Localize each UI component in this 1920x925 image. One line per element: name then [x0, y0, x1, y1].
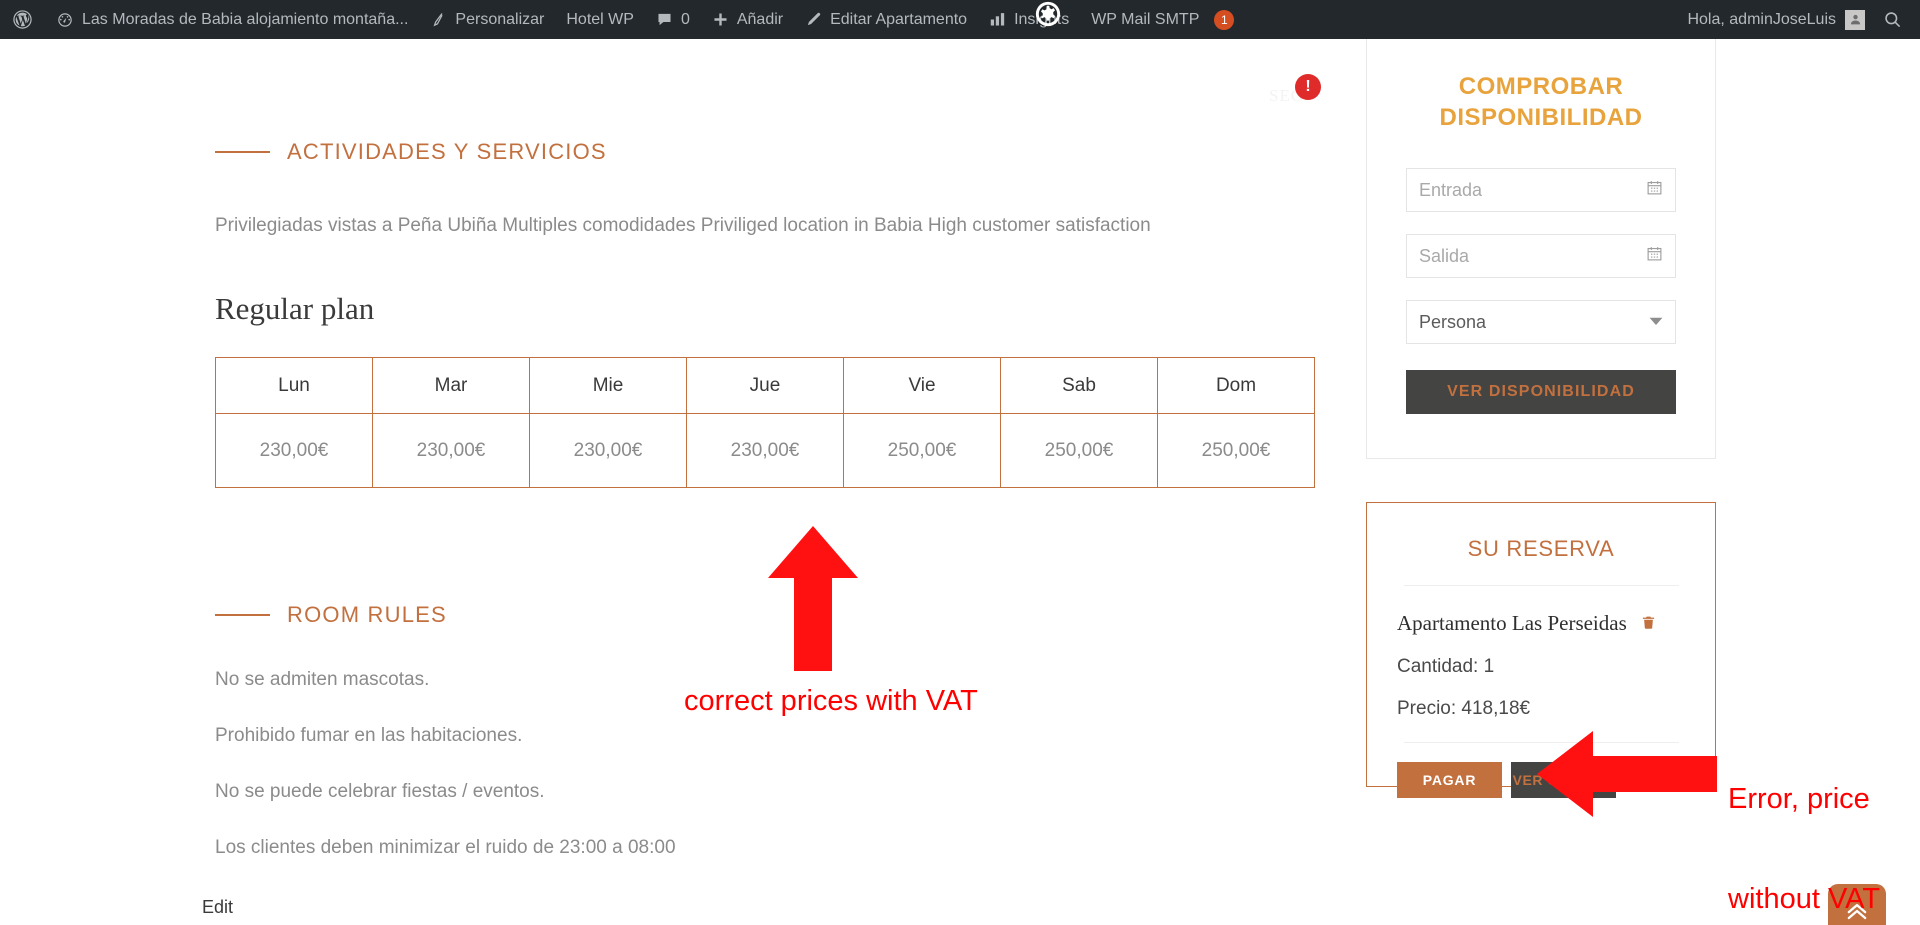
- table-header-cell: Dom: [1157, 357, 1315, 414]
- check-availability-button[interactable]: VER DISPONIBILIDAD: [1406, 370, 1676, 415]
- calendar-icon[interactable]: [1646, 179, 1663, 201]
- table-cell-price: 230,00€: [372, 413, 530, 488]
- page-body: SEO ! ACTIVIDADES Y SERVICIOS Privilegia…: [0, 39, 1920, 925]
- activities-section-title: ACTIVIDADES Y SERVICIOS: [287, 139, 607, 164]
- admin-bar-edit-apartment[interactable]: Editar Apartamento: [794, 0, 978, 39]
- user-avatar-icon: [1845, 9, 1865, 30]
- room-rules-list: No se admiten mascotas. Prohibido fumar …: [215, 669, 1115, 893]
- admin-bar-new-content[interactable]: Añadir: [701, 0, 794, 39]
- arrow-left-icon: [1537, 731, 1717, 817]
- price-plan-price-row: 230,00€ 230,00€ 230,00€ 230,00€ 250,00€ …: [215, 413, 1315, 488]
- admin-bar-insights[interactable]: Insights: [978, 0, 1080, 39]
- reservation-item-name: Apartamento Las Perseidas: [1397, 611, 1627, 635]
- heading-rule: [215, 151, 270, 153]
- brush-icon: [430, 11, 447, 28]
- admin-bar-howdy-label: Hola, adminJoseLuis: [1687, 10, 1836, 28]
- table-cell-price: 250,00€: [1157, 413, 1315, 488]
- table-header-cell: Mie: [529, 357, 687, 414]
- wordpress-logo-icon: [12, 9, 33, 30]
- divider: [1403, 585, 1679, 586]
- bar-chart-icon: [989, 11, 1006, 28]
- admin-bar-wp-mail-smtp[interactable]: WP Mail SMTP 1: [1080, 0, 1245, 39]
- reservation-quantity: Cantidad: 1: [1397, 656, 1495, 677]
- table-header-cell: Mar: [372, 357, 530, 414]
- table-cell-price: 250,00€: [843, 413, 1001, 488]
- room-rules-section-title: ROOM RULES: [287, 602, 447, 627]
- comment-icon: [656, 11, 673, 28]
- admin-bar-new-content-label: Añadir: [736, 10, 784, 28]
- admin-bar-hotel-wp-label: Hotel WP: [566, 10, 634, 28]
- checkin-placeholder: Entrada: [1419, 179, 1483, 200]
- gear-icon[interactable]: [1034, 0, 1061, 27]
- pencil-icon: [805, 11, 822, 28]
- admin-bar-edit-apartment-label: Editar Apartamento: [830, 10, 968, 28]
- table-cell-price: 230,00€: [686, 413, 844, 488]
- screen: Las Moradas de Babia alojamiento montaña…: [0, 0, 1920, 925]
- admin-bar-howdy[interactable]: Hola, adminJoseLuis: [1677, 9, 1875, 30]
- activities-section-heading: ACTIVIDADES Y SERVICIOS: [215, 139, 607, 165]
- plan-title: Regular plan: [215, 291, 375, 326]
- search-icon: [1883, 10, 1902, 29]
- checkout-date-input[interactable]: Salida: [1406, 234, 1676, 279]
- annotation-right-note-line1: Error, price: [1728, 782, 1870, 815]
- table-cell-price: 250,00€: [1000, 413, 1158, 488]
- dashboard-icon: [56, 11, 74, 29]
- reservation-widget-title: SU RESERVA: [1467, 536, 1615, 561]
- annotation-right-note: Error, price without VAT: [1728, 716, 1880, 925]
- seo-alert-badge[interactable]: !: [1295, 74, 1321, 100]
- admin-bar-search-button[interactable]: [1875, 10, 1920, 29]
- admin-bar-site-name[interactable]: Las Moradas de Babia alojamiento montaña…: [45, 0, 419, 39]
- admin-bar-right-group: Hola, adminJoseLuis: [1677, 0, 1920, 39]
- list-item: No se admiten mascotas.: [215, 669, 430, 690]
- annotation-right-note-line2: without VAT: [1728, 882, 1881, 915]
- price-plan-header-row: Lun Mar Mie Jue Vie Sab Dom: [215, 357, 1315, 414]
- admin-bar-site-name-label: Las Moradas de Babia alojamiento montaña…: [82, 10, 409, 28]
- calendar-icon[interactable]: [1646, 245, 1663, 267]
- pay-button[interactable]: PAGAR: [1397, 762, 1502, 798]
- wp-admin-bar: Las Moradas de Babia alojamiento montaña…: [0, 0, 1920, 39]
- availability-widget-title: COMPROBAR DISPONIBILIDAD: [1439, 73, 1643, 131]
- room-rules-section-heading: ROOM RULES: [215, 602, 447, 628]
- wp-mail-smtp-badge: 1: [1214, 9, 1235, 30]
- edit-link[interactable]: Edit: [202, 897, 233, 918]
- admin-bar-comments-count: 0: [680, 10, 690, 28]
- heading-rule: [215, 614, 270, 616]
- admin-bar-customize[interactable]: Personalizar: [419, 0, 555, 39]
- list-item: Los clientes deben minimizar el ruido de…: [215, 837, 676, 858]
- table-header-cell: Vie: [843, 357, 1001, 414]
- reservation-item-row: Apartamento Las Perseidas: [1397, 611, 1715, 636]
- availability-widget: COMPROBAR DISPONIBILIDAD Entrada Salida: [1366, 39, 1716, 459]
- table-cell-price: 230,00€: [215, 413, 373, 488]
- reservation-price: Precio: 418,18€: [1397, 698, 1531, 719]
- admin-bar-wp-mail-smtp-label: WP Mail SMTP: [1091, 10, 1200, 28]
- annotation-left-note: correct prices with VAT: [684, 685, 978, 717]
- arrow-up-icon: [768, 526, 858, 671]
- trash-icon[interactable]: [1641, 614, 1656, 634]
- table-header-cell: Sab: [1000, 357, 1158, 414]
- list-item: No se puede celebrar fiestas / eventos.: [215, 781, 545, 802]
- persons-select[interactable]: Persona: [1406, 300, 1676, 345]
- table-header-cell: Jue: [686, 357, 844, 414]
- activities-lead-text: Privilegiadas vistas a Peña Ubiña Multip…: [215, 215, 1151, 236]
- persons-select-value: Persona: [1419, 311, 1487, 332]
- plus-icon: [712, 11, 729, 28]
- checkout-placeholder: Salida: [1419, 245, 1470, 266]
- list-item: Prohibido fumar en las habitaciones.: [215, 725, 523, 746]
- price-plan-table: Lun Mar Mie Jue Vie Sab Dom 230,00€ 230,…: [215, 357, 1315, 488]
- admin-bar-customize-label: Personalizar: [455, 10, 545, 28]
- checkin-date-input[interactable]: Entrada: [1406, 168, 1676, 213]
- chevron-down-icon[interactable]: [1649, 313, 1663, 331]
- wordpress-logo-button[interactable]: [0, 0, 45, 39]
- admin-bar-comments[interactable]: 0: [645, 0, 701, 39]
- table-header-cell: Lun: [215, 357, 373, 414]
- table-cell-price: 230,00€: [529, 413, 687, 488]
- admin-bar-hotel-wp[interactable]: Hotel WP: [555, 0, 645, 39]
